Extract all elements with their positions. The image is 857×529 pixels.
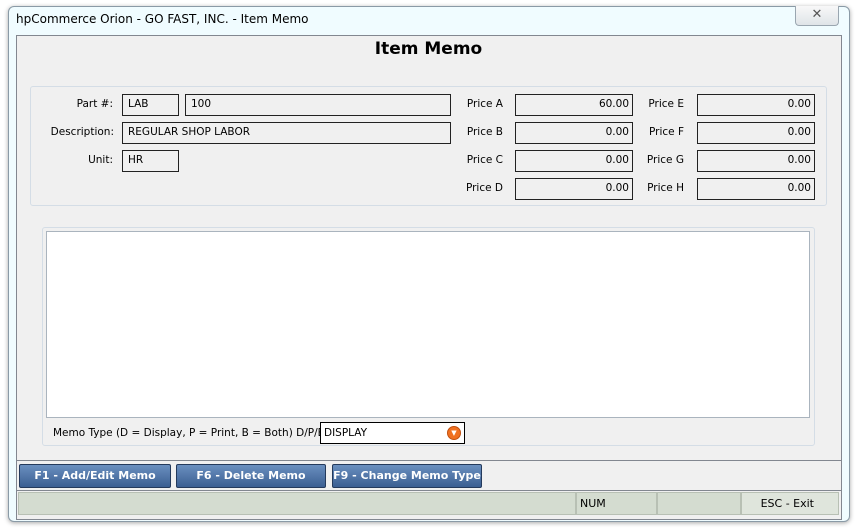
price-e-label: Price E [648,98,684,110]
price-g-label: Price G [646,154,684,166]
price-b-field: 0.00 [515,122,633,144]
description-label: Description: [50,126,114,138]
status-esc-exit[interactable]: ESC - Exit [741,492,839,515]
divider [16,490,842,491]
price-a-field: 60.00 [515,94,633,116]
close-button[interactable]: ✕ [795,6,839,26]
description-field: REGULAR SHOP LABOR [122,122,451,144]
price-g-field: 0.00 [697,150,815,172]
memo-type-value: DISPLAY [324,427,368,439]
unit-field: HR [122,150,179,172]
price-d-label: Price D [465,182,503,194]
page-title: Item Memo [374,39,483,59]
price-e-field: 0.00 [697,94,815,116]
close-icon: ✕ [811,7,823,22]
price-c-field: 0.00 [515,150,633,172]
memo-type-label: Memo Type (D = Display, P = Print, B = B… [53,427,329,439]
memo-textarea[interactable] [46,231,810,418]
add-edit-memo-button[interactable]: F1 - Add/Edit Memo [19,464,171,488]
price-f-field: 0.00 [697,122,815,144]
price-f-label: Price F [649,126,684,138]
price-h-field: 0.00 [697,178,815,200]
price-b-label: Price B [466,126,503,138]
price-h-label: Price H [647,182,684,194]
window-title: hpCommerce Orion - GO FAST, INC. - Item … [16,12,309,26]
delete-memo-button[interactable]: F6 - Delete Memo [176,464,326,488]
price-a-label: Price A [466,98,503,110]
memo-type-select[interactable]: DISPLAY ▼ [320,422,465,444]
change-memo-type-button[interactable]: F9 - Change Memo Type [332,464,482,488]
status-segment [18,492,576,515]
part-label: Part #: [76,98,113,110]
divider [16,460,842,461]
chevron-down-icon[interactable]: ▼ [447,426,461,440]
part-number-field: 100 [185,94,451,116]
status-num: NUM [576,492,657,515]
price-d-field: 0.00 [515,178,633,200]
price-c-label: Price C [466,154,503,166]
part-prefix-field: LAB [122,94,179,116]
status-segment [657,492,741,515]
unit-label: Unit: [88,154,113,166]
